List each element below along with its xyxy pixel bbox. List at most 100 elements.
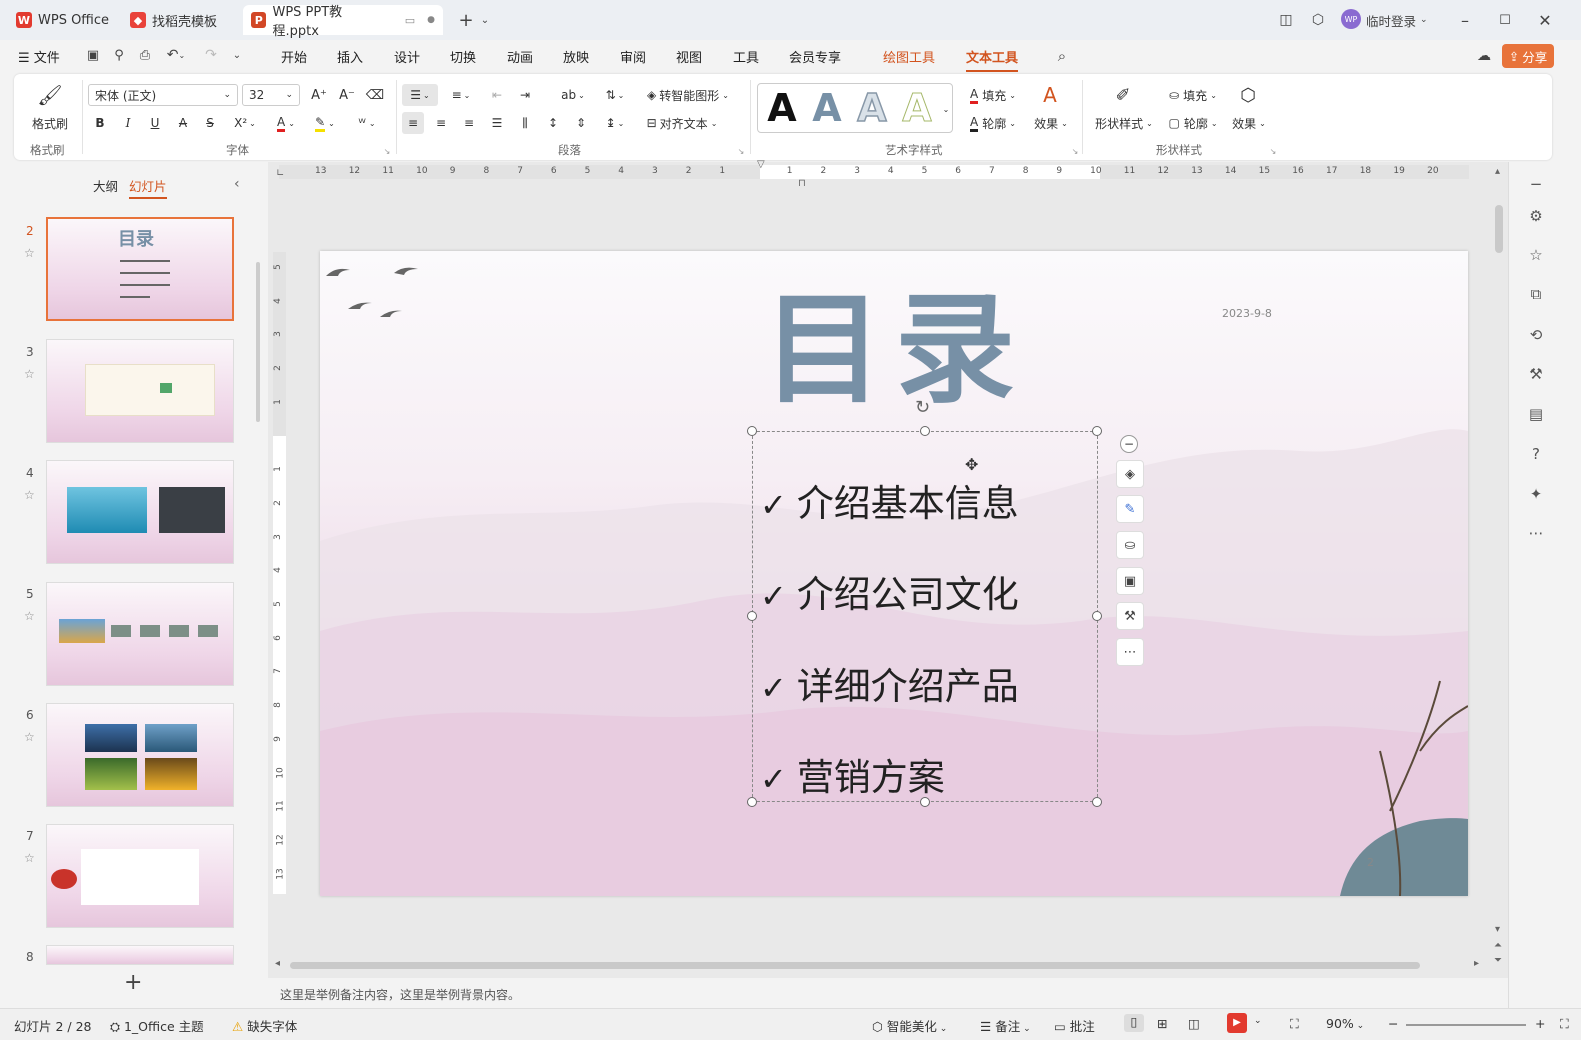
theme-button[interactable]: ⛭ 1_Office 主题 <box>110 1016 204 1035</box>
copy-icon[interactable]: ⧉ <box>1526 284 1546 304</box>
menu-member[interactable]: 会员专享 <box>789 47 841 66</box>
tools-icon[interactable]: ⚒ <box>1526 364 1546 384</box>
smart-shape-button[interactable]: ◈ 转智能图形 ⌄ <box>640 84 736 106</box>
collapse-panel-icon[interactable]: ‹ <box>234 176 240 192</box>
bullet-item[interactable]: ✓ 介绍公司文化 <box>760 564 1019 618</box>
shape-style-button[interactable]: 形状样式 ⌄ <box>1092 112 1156 134</box>
search-icon[interactable]: ⌕ <box>1052 46 1072 66</box>
spacing-options-icon[interactable]: ↨ ⌄ <box>600 112 630 134</box>
maximize-icon[interactable]: ☐ <box>1495 10 1515 30</box>
resize-handle[interactable] <box>1092 426 1102 436</box>
increase-indent-icon[interactable]: ⇥ <box>514 84 536 106</box>
art-style-black[interactable]: A <box>762 86 802 130</box>
resize-handle[interactable] <box>747 611 757 621</box>
grid-view-icon[interactable]: ⊞ <box>1157 1016 1167 1031</box>
scroll-right-icon[interactable]: ▸ <box>1474 958 1479 969</box>
share-file-icon[interactable]: ⚲ <box>110 46 128 64</box>
notes-text[interactable]: 这里是举例备注内容，这里是举例背景内容。 <box>280 986 520 1003</box>
shape-fill-button[interactable]: ⛀ 填充 ⌄ <box>1164 84 1222 106</box>
resize-handle[interactable] <box>1092 611 1102 621</box>
tab-outline[interactable]: 大纲 <box>93 176 118 195</box>
clear-format-icon[interactable]: ⌫ <box>364 84 386 106</box>
collapse-toolbar-icon[interactable]: − <box>1120 435 1138 453</box>
close-icon[interactable]: ✕ <box>1535 10 1555 30</box>
scroll-down-icon[interactable]: ▾ <box>1495 924 1500 935</box>
slide-thumbnail[interactable]: 目录 <box>46 217 234 321</box>
superscript-icon[interactable]: X² ⌄ <box>228 112 262 134</box>
save-icon[interactable]: ▣ <box>84 46 102 64</box>
menu-text-tools[interactable]: 文本工具 <box>966 47 1019 72</box>
redo-icon[interactable]: ↷ <box>202 46 220 64</box>
star-icon[interactable]: ☆ <box>1526 245 1546 265</box>
share-button[interactable]: ⇪ 分享 <box>1502 44 1554 68</box>
shadow-text-icon[interactable]: S <box>200 112 220 134</box>
shape-dialog-launcher-icon[interactable]: ↘ <box>1268 146 1278 156</box>
prev-slide-icon[interactable]: ⏶ <box>1494 940 1502 951</box>
line-spacing-icon[interactable]: ↕ <box>542 112 564 134</box>
menu-design[interactable]: 设计 <box>394 47 420 66</box>
book-icon[interactable]: ▤ <box>1526 404 1546 424</box>
menu-start[interactable]: 开始 <box>281 47 307 66</box>
pen-icon[interactable]: ✎ <box>1116 495 1144 523</box>
text-effect-icon[interactable]: A <box>1038 82 1062 108</box>
help-icon[interactable]: ? <box>1526 444 1546 464</box>
missing-font-button[interactable]: ⚠ 缺失字体 <box>232 1016 297 1035</box>
underline-icon[interactable]: U <box>145 112 165 134</box>
layout-icon[interactable]: ◫ <box>1276 10 1296 30</box>
align-text-button[interactable]: ⊟ 对齐文本 ⌄ <box>640 112 724 134</box>
art-style-light[interactable]: A <box>897 86 937 131</box>
minimize-panel-icon[interactable]: − <box>1526 174 1546 194</box>
zoom-out-icon[interactable]: − <box>1388 1016 1398 1031</box>
slide-thumbnail[interactable] <box>46 339 234 443</box>
reading-view-icon[interactable]: ◫ <box>1188 1016 1200 1031</box>
slide-thumbnail[interactable] <box>46 582 234 686</box>
font-family-select[interactable]: 宋体 (正文) ⌄ <box>88 84 238 106</box>
art-gallery-expand-icon[interactable]: ⌄ <box>942 102 950 116</box>
puzzle-icon[interactable]: ✦ <box>1526 484 1546 504</box>
menu-transition[interactable]: 切换 <box>450 47 476 66</box>
layers-icon[interactable]: ◈ <box>1116 460 1144 488</box>
menu-animation[interactable]: 动画 <box>507 47 533 66</box>
justify-icon[interactable]: ☰ <box>486 112 508 134</box>
rotate-handle-icon[interactable]: ↻ <box>915 397 930 418</box>
bullet-item[interactable]: ✓ 介绍基本信息 <box>760 473 1019 527</box>
refresh-icon[interactable]: ⟲ <box>1526 325 1546 345</box>
add-slide-plus-icon[interactable]: + <box>124 970 142 995</box>
horizontal-ruler[interactable]: 13 12 11 10 9 8 7 6 5 4 3 2 1 1 2 3 4 5 6 7 8 9 10 11 12 13 14 15 16… <box>279 165 1469 179</box>
menu-view[interactable]: 视图 <box>676 47 702 66</box>
fit-window-icon[interactable]: ⛶ <box>1290 1016 1299 1032</box>
phonetic-icon[interactable]: ᵂ ⌄ <box>350 112 384 134</box>
paragraph-dialog-launcher-icon[interactable]: ↘ <box>736 146 746 156</box>
bold-icon[interactable]: B <box>90 112 110 134</box>
chat-icon[interactable]: ☁ <box>1474 46 1494 66</box>
align-center-icon[interactable]: ≡ <box>430 112 452 134</box>
panel-scrollbar[interactable] <box>256 262 260 422</box>
more-options-icon[interactable]: ⋯ <box>1116 638 1144 666</box>
star-icon[interactable]: ☆ <box>24 730 35 744</box>
resize-handle[interactable] <box>1092 797 1102 807</box>
italic-icon[interactable]: I <box>118 112 138 134</box>
smart-beautify-button[interactable]: ⬡ 智能美化 ⌄ <box>872 1016 947 1035</box>
bullet-item[interactable]: ✓ 详细介绍产品 <box>760 656 1019 710</box>
comments-button[interactable]: ▭ 批注 <box>1054 1016 1095 1035</box>
slide-thumbnail[interactable] <box>46 460 234 564</box>
align-left-icon[interactable]: ≡ <box>402 112 424 134</box>
slide-canvas[interactable]: 目录 2023-9-8 2 ↻ ✥ ✓ 介绍基本信息 ✓ 介绍公司文化 ✓ 详细介绍产… <box>320 251 1468 896</box>
resize-handle[interactable] <box>747 797 757 807</box>
star-icon[interactable]: ☆ <box>24 488 35 502</box>
bullet-list-icon[interactable]: ☰ ⌄ <box>402 84 438 106</box>
left-indent-marker-icon[interactable]: ⊓ <box>798 178 806 189</box>
new-tab-plus-icon[interactable]: + <box>456 10 476 31</box>
format-painter-icon[interactable]: 🖌︎ <box>30 82 70 108</box>
font-color-icon[interactable]: A ⌄ <box>271 112 301 134</box>
menu-tools[interactable]: 工具 <box>733 47 759 66</box>
quick-access-chevron-icon[interactable]: ⌄ <box>230 46 244 64</box>
minimize-icon[interactable]: – <box>1455 10 1475 30</box>
text-fill-button[interactable]: A 填充 ⌄ <box>964 84 1022 106</box>
align-right-icon[interactable]: ≡ <box>458 112 480 134</box>
login-button[interactable]: 临时登录 ⌄ <box>1366 10 1428 30</box>
zoom-in-icon[interactable]: + <box>1535 1016 1545 1031</box>
more-icon[interactable]: ⋯ <box>1526 523 1546 543</box>
increase-font-icon[interactable]: A⁺ <box>308 84 330 106</box>
strikethrough-icon[interactable]: A <box>173 112 193 134</box>
